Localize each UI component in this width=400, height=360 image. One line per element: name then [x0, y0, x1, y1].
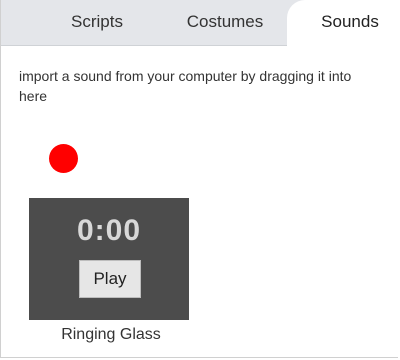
sounds-panel: Scripts Costumes Sounds import a sound f… [0, 0, 400, 358]
sound-tile[interactable]: 0:00 Play [29, 198, 189, 320]
tab-scripts[interactable]: Scripts [45, 0, 149, 46]
sound-name-label: Ringing Glass [61, 326, 161, 343]
tab-sounds-label: Sounds [321, 12, 379, 31]
tab-scripts-label: Scripts [71, 12, 123, 31]
tab-sounds[interactable]: Sounds [287, 0, 400, 47]
tab-bar: Scripts Costumes Sounds [1, 0, 400, 47]
tab-costumes-label: Costumes [186, 12, 264, 31]
import-hint-text: import a sound from your computer by dra… [19, 68, 352, 104]
play-button[interactable]: Play [79, 260, 141, 298]
sound-duration: 0:00 [76, 214, 142, 247]
record-button[interactable] [49, 144, 78, 173]
tab-costumes[interactable]: Costumes [163, 0, 287, 46]
